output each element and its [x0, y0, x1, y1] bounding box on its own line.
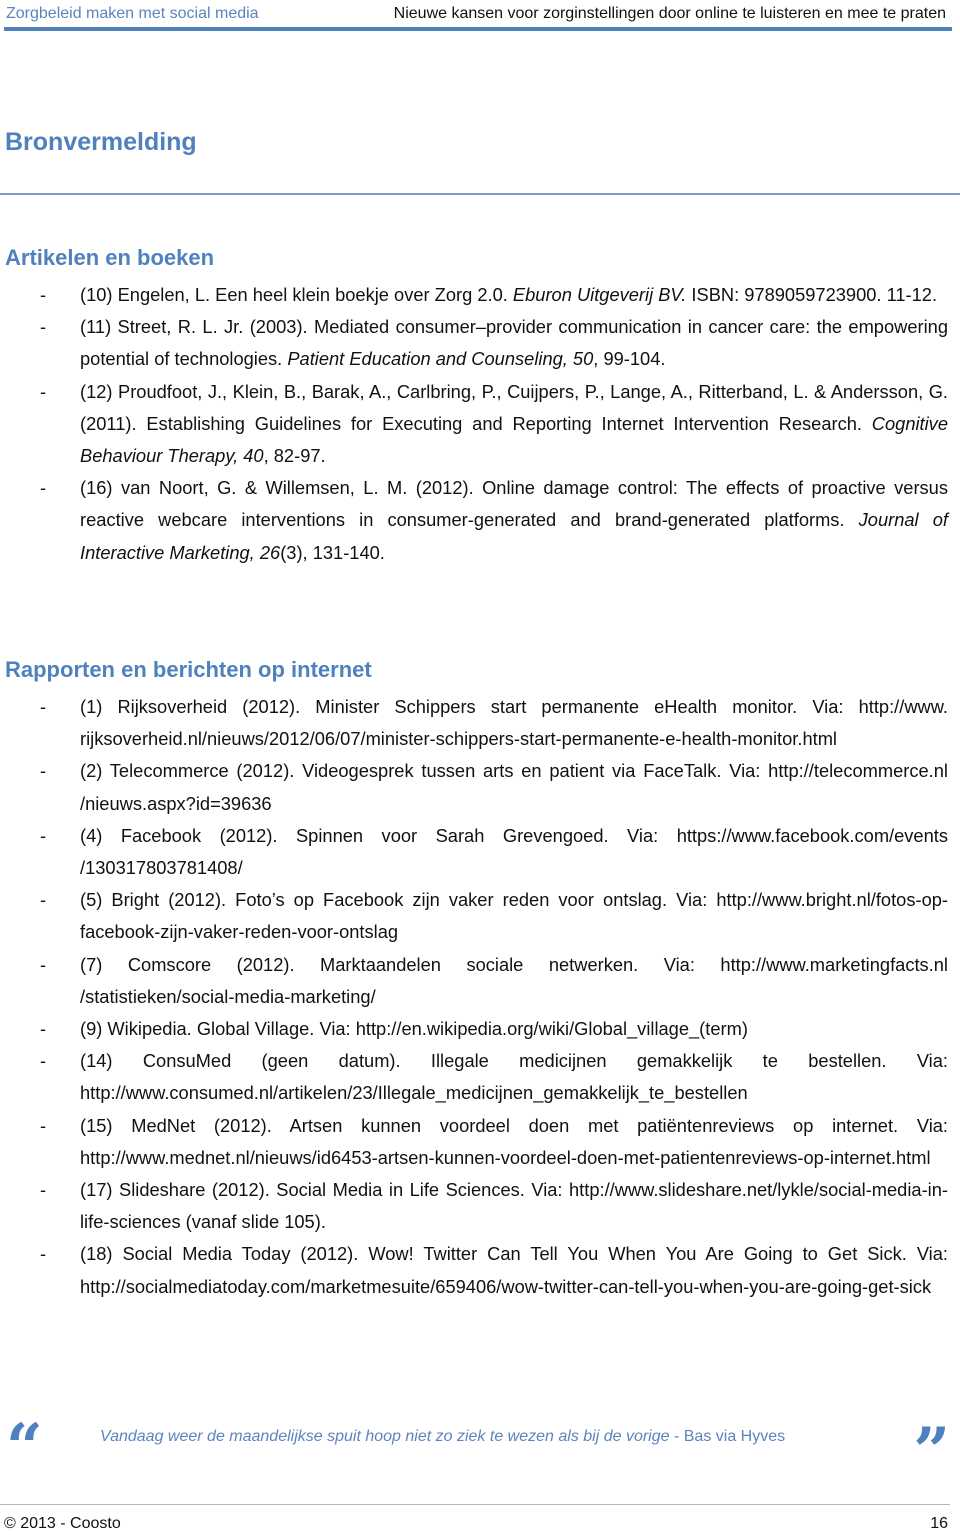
reference-item: - (11) Street, R. L. Jr. (2003). Mediated…	[0, 311, 948, 375]
bullet-dash: -	[40, 696, 47, 717]
reference-item: - (1) Rijksoverheid (2012). Minister Schi…	[0, 691, 948, 755]
bullet-dash: -	[40, 889, 47, 911]
reference-text: (4) Facebook (2012). Spinnen voor Sarah …	[80, 824, 948, 879]
bullet-dash: -	[40, 824, 47, 846]
quote-attribution: - Bas via Hyves	[669, 1428, 786, 1445]
reference-text: (3), 131-140.	[280, 541, 385, 563]
reference-text: (7) Comscore (2012). Marktaandelen socia…	[80, 953, 948, 1007]
quote-body: Vandaag weer de maandelijkse spuit hoop …	[100, 1428, 670, 1445]
reference-text: (18) Social Media Today (2012). Wow! Twi…	[80, 1243, 948, 1297]
footer-copyright: © 2013 - Coosto	[4, 1515, 121, 1532]
bullet-dash: -	[40, 953, 47, 975]
section-heading-internet: Rapporten en berichten op internet	[5, 657, 372, 682]
reference-text: (16) van Noort, G. & Willemsen, L. M. (2…	[80, 477, 948, 531]
bullet-dash: -	[40, 316, 47, 338]
reference-item: - (9) Wikipedia. Global Village. Via: htt…	[0, 1013, 948, 1045]
reference-text: , 99-104.	[593, 348, 666, 370]
reference-text: (15) MedNet (2012). Artsen kunnen voorde…	[80, 1114, 948, 1168]
section-heading-articles: Artikelen en boeken	[5, 245, 215, 270]
bullet-dash: -	[40, 1050, 47, 1072]
reference-item: - (16) van Noort, G. & Willemsen, L. M. (…	[0, 472, 948, 569]
bullet-dash: -	[40, 284, 47, 305]
close-quote-icon: ”	[913, 1414, 950, 1489]
reference-item: - (14) ConsuMed (geen datum). Illegale me…	[0, 1045, 948, 1109]
reference-item: - (4) Facebook (2012). Spinnen voor Sarah…	[0, 820, 948, 884]
reference-item: - (12) Proudfoot, J., Klein, B., Barak, A…	[0, 376, 948, 473]
reference-text: (17) Slideshare (2012). Social Media in …	[80, 1179, 948, 1233]
reference-text: ISBN: 9789059723900. 11-12.	[686, 284, 938, 305]
header-subtitle: Nieuwe kansen voor zorginstellingen door…	[393, 5, 946, 22]
footer-divider	[0, 1504, 950, 1505]
page-title: Bronvermelding	[5, 128, 197, 156]
bullet-dash: -	[40, 380, 47, 402]
reference-item: - (7) Comscore (2012). Marktaandelen soci…	[0, 949, 948, 1013]
reference-item: - (18) Social Media Today (2012). Wow! Tw…	[0, 1238, 948, 1302]
quote-text: Vandaag weer de maandelijkse spuit hoop …	[100, 1428, 785, 1446]
header-document-title: Zorgbeleid maken met social media	[6, 5, 259, 22]
page-number: 16	[930, 1515, 948, 1532]
reference-item: - (10) Engelen, L. Een heel klein boekje …	[0, 279, 948, 311]
reference-text: (2) Telecommerce (2012). Videogesprek tu…	[80, 760, 948, 814]
reference-item: - (5) Bright (2012). Foto’s op Facebook z…	[0, 884, 948, 948]
bullet-dash: -	[40, 477, 47, 499]
bullet-dash: -	[40, 1243, 47, 1265]
quote-block: “ Vandaag weer de maandelijkse spuit hoo…	[0, 1416, 960, 1484]
reference-source: Patient Education and Counseling, 50	[287, 348, 594, 370]
bullet-dash: -	[40, 1114, 47, 1136]
bullet-dash: -	[40, 760, 47, 782]
reference-item: - (17) Slideshare (2012). Social Media in…	[0, 1174, 948, 1238]
reference-list-internet: - (1) Rijksoverheid (2012). Minister Schi…	[0, 691, 948, 1303]
bullet-dash: -	[40, 1179, 47, 1201]
reference-text: (9) Wikipedia. Global Village. Via: http…	[80, 1018, 748, 1040]
reference-item: - (15) MedNet (2012). Artsen kunnen voord…	[0, 1110, 948, 1174]
reference-text: (12) Proudfoot, J., Klein, B., Barak, A.…	[80, 380, 948, 434]
reference-text: , 82-97.	[263, 445, 326, 467]
title-divider	[0, 193, 960, 195]
reference-source: Eburon Uitgeverij BV.	[512, 284, 687, 305]
open-quote-icon: “	[6, 1410, 43, 1485]
bullet-dash: -	[40, 1018, 47, 1040]
reference-text: (5) Bright (2012). Foto’s op Facebook zi…	[80, 889, 948, 943]
reference-text: (14) ConsuMed (geen datum). Illegale med…	[80, 1050, 948, 1104]
reference-text: (1) Rijksoverheid (2012). Minister Schip…	[80, 696, 948, 750]
page-header: Zorgbeleid maken met social media Nieuwe…	[4, 0, 952, 32]
reference-item: - (2) Telecommerce (2012). Videogesprek t…	[0, 755, 948, 819]
reference-text: (10) Engelen, L. Een heel klein boekje o…	[80, 284, 513, 305]
reference-list-articles: - (10) Engelen, L. Een heel klein boekje …	[0, 279, 948, 569]
header-divider	[4, 27, 952, 31]
